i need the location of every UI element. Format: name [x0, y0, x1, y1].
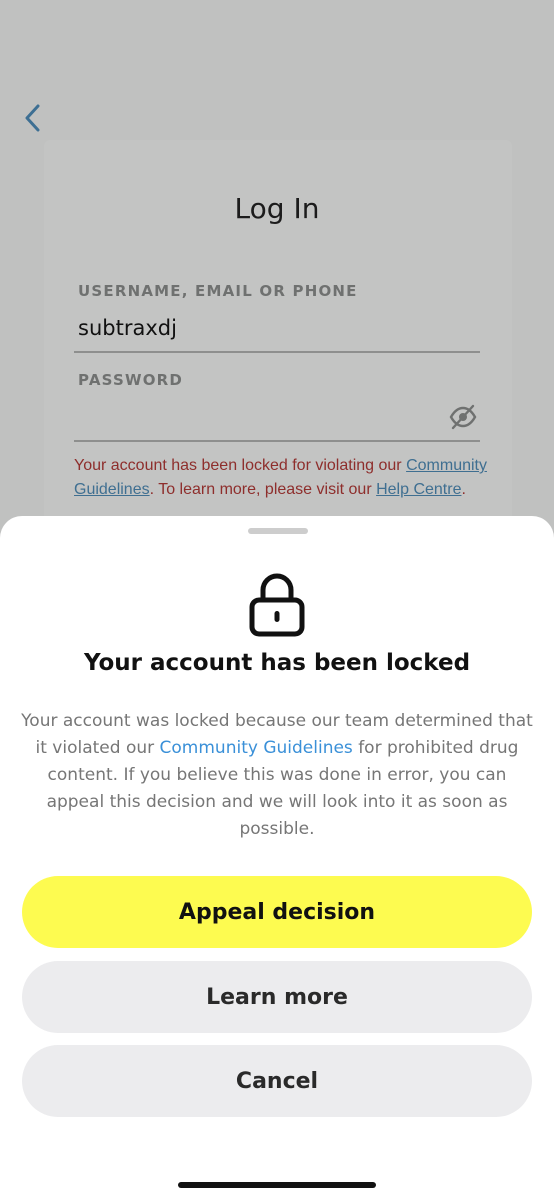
- back-button[interactable]: [18, 100, 48, 136]
- error-text-part: Your account has been locked for violati…: [74, 457, 407, 474]
- sheet-description: Your account was locked because our team…: [20, 708, 534, 843]
- password-underline: [74, 440, 480, 442]
- lock-icon: [249, 573, 305, 637]
- eye-off-icon: [449, 404, 477, 430]
- account-locked-sheet: Your account has been locked Your accoun…: [0, 516, 554, 1200]
- login-error-message: Your account has been locked for violati…: [74, 454, 494, 502]
- error-text-part: .: [461, 481, 466, 498]
- username-input[interactable]: subtraxdj: [78, 316, 177, 340]
- username-label: USERNAME, EMAIL OR PHONE: [78, 282, 358, 300]
- sheet-grab-handle[interactable]: [248, 528, 308, 534]
- learn-more-button[interactable]: Learn more: [22, 961, 532, 1033]
- community-guidelines-link[interactable]: Community Guidelines: [160, 738, 353, 758]
- cancel-button[interactable]: Cancel: [22, 1045, 532, 1117]
- error-text-part: . To learn more, please visit our: [149, 481, 377, 498]
- home-indicator: [178, 1182, 376, 1188]
- appeal-decision-button[interactable]: Appeal decision: [22, 876, 532, 948]
- password-input[interactable]: [78, 398, 438, 430]
- password-visibility-toggle[interactable]: [448, 404, 478, 430]
- chevron-left-icon: [25, 104, 40, 132]
- help-centre-link[interactable]: Help Centre: [376, 481, 461, 498]
- username-underline: [74, 351, 480, 353]
- page-title: Log In: [234, 192, 320, 225]
- sheet-title: Your account has been locked: [83, 650, 471, 676]
- password-label: PASSWORD: [78, 371, 184, 389]
